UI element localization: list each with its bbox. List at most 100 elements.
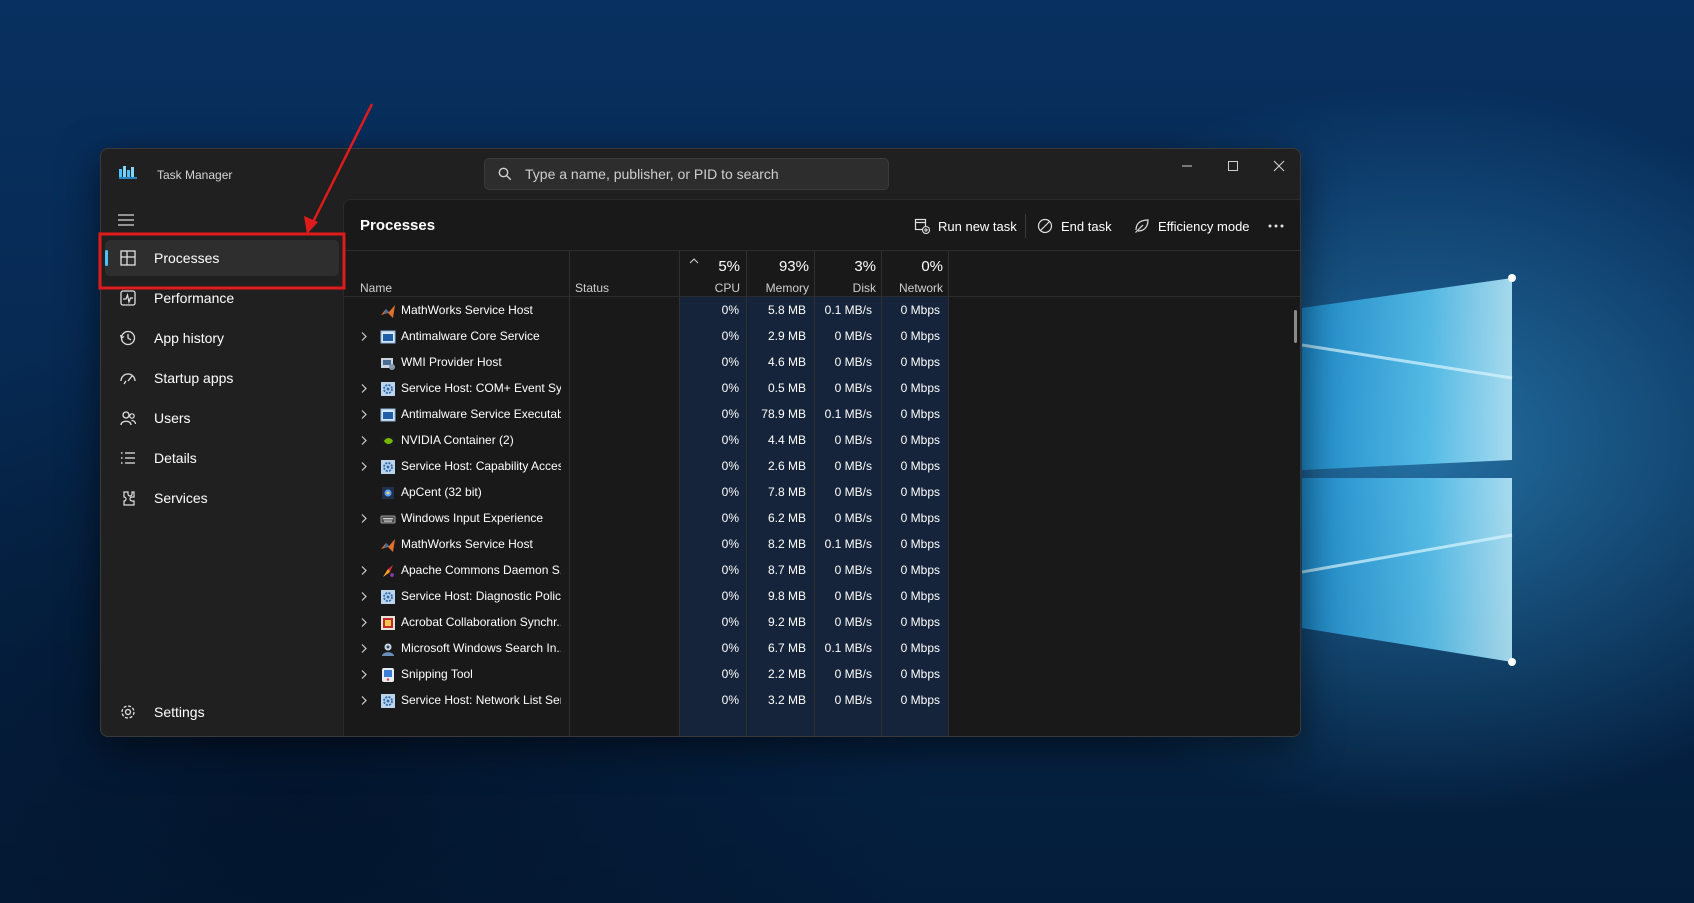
chevron-right-icon[interactable] [360, 435, 368, 446]
window-app-icon [380, 408, 396, 422]
sidebar-item-app-history[interactable]: App history [105, 320, 339, 356]
end-task-button[interactable]: End task [1037, 213, 1112, 239]
process-name: Acrobat Collaboration Synchr... [401, 615, 561, 629]
scrollbar-thumb[interactable] [1294, 310, 1297, 343]
network-value: 0 Mbps [900, 615, 940, 629]
sidebar-item-details[interactable]: Details [105, 440, 339, 476]
chevron-right-icon[interactable] [360, 565, 368, 576]
process-list: MathWorks Service Host 0% 5.8 MB 0.1 MB/s 0 … [344, 297, 1300, 736]
column-header-network[interactable]: Network [881, 281, 943, 295]
task-manager-app-icon [119, 166, 137, 179]
disk-value: 0 MB/s [834, 381, 872, 395]
table-row[interactable]: Antimalware Core Service 0% 2.9 MB 0 MB/s 0 … [344, 323, 1284, 350]
chevron-right-icon[interactable] [360, 331, 368, 342]
chevron-right-icon[interactable] [360, 669, 368, 680]
table-row[interactable]: Antimalware Service Executable 0% 78.9 MB 0… [344, 401, 1284, 428]
table-row[interactable]: Microsoft Windows Search In... 0% 6.7 MB 0.… [344, 635, 1284, 662]
sidebar-item-users[interactable]: Users [105, 400, 339, 436]
sidebar-item-label: App history [154, 330, 225, 346]
column-header-disk[interactable]: Disk [814, 281, 876, 295]
table-row[interactable]: MathWorks Service Host 0% 5.8 MB 0.1 MB/s 0 … [344, 297, 1284, 324]
network-value: 0 Mbps [900, 511, 940, 525]
performance-icon [120, 290, 136, 306]
memory-value: 3.2 MB [767, 693, 806, 707]
memory-value: 5.8 MB [767, 303, 806, 317]
search-box[interactable] [484, 158, 889, 190]
disk-value: 0 MB/s [834, 667, 872, 681]
process-name: Windows Input Experience [401, 511, 544, 525]
chevron-right-icon[interactable] [360, 591, 368, 602]
table-row[interactable]: Service Host: Capability Acces... 0% 2.6 M… [344, 453, 1284, 480]
chevron-right-icon[interactable] [360, 617, 368, 628]
sidebar-item-performance[interactable]: Performance [105, 280, 339, 316]
table-row[interactable]: NVIDIA Container (2) 0% 4.4 MB 0 MB/s 0 Mbps [344, 427, 1284, 454]
chevron-right-icon[interactable] [360, 513, 368, 524]
network-value: 0 Mbps [900, 355, 940, 369]
network-value: 0 Mbps [900, 381, 940, 395]
search-input[interactable] [525, 164, 875, 184]
disk-value: 0 MB/s [834, 511, 872, 525]
disk-value: 0 MB/s [834, 693, 872, 707]
close-button[interactable] [1259, 155, 1299, 177]
sidebar-item-label: Services [154, 490, 208, 506]
sidebar-item-label: Startup apps [154, 370, 234, 386]
process-name: Antimalware Service Executable [401, 407, 561, 421]
run-new-task-label: Run new task [938, 218, 1017, 234]
service-gear-icon [381, 382, 395, 396]
cpu-value: 0% [721, 303, 739, 317]
cpu-value: 0% [721, 511, 739, 525]
maximize-icon [1228, 161, 1238, 171]
more-options-button[interactable] [1264, 213, 1288, 239]
cpu-value: 0% [721, 563, 739, 577]
disk-value: 0.1 MB/s [824, 407, 872, 421]
column-divider [569, 251, 570, 298]
table-row[interactable]: ApCent (32 bit) 0% 7.8 MB 0 MB/s 0 Mbps [344, 479, 1284, 506]
efficiency-mode-button[interactable]: Efficiency mode [1134, 213, 1250, 239]
network-value: 0 Mbps [900, 693, 940, 707]
chevron-right-icon[interactable] [360, 695, 368, 706]
table-row[interactable]: Snipping Tool 0% 2.2 MB 0 MB/s 0 Mbps [344, 661, 1284, 688]
network-value: 0 Mbps [900, 433, 940, 447]
chevron-right-icon[interactable] [360, 409, 368, 420]
table-row[interactable]: MathWorks Service Host 0% 8.2 MB 0.1 MB/s 0 … [344, 531, 1284, 558]
column-header-status[interactable]: Status [575, 281, 609, 295]
process-name: Service Host: Diagnostic Polic... [401, 589, 561, 603]
page-title: Processes [360, 217, 436, 234]
services-icon [123, 491, 135, 506]
table-row[interactable]: Service Host: COM+ Event Sys... 0% 0.5 MB 0… [344, 375, 1284, 402]
sidebar-item-startup-apps[interactable]: Startup apps [105, 360, 339, 396]
cpu-value: 0% [721, 641, 739, 655]
cpu-value: 0% [721, 329, 739, 343]
network-value: 0 Mbps [900, 303, 940, 317]
table-row[interactable]: WMI Provider Host 0% 4.6 MB 0 MB/s 0 Mbps [344, 349, 1284, 376]
chevron-right-icon[interactable] [360, 461, 368, 472]
column-header-memory[interactable]: Memory [746, 281, 809, 295]
gear-icon [121, 705, 135, 719]
table-row[interactable]: Apache Commons Daemon S... 0% 8.7 MB 0 MB/s… [344, 557, 1284, 584]
network-value: 0 Mbps [900, 329, 940, 343]
cpu-value: 0% [721, 667, 739, 681]
column-header-name[interactable]: Name [360, 281, 392, 295]
chevron-right-icon[interactable] [360, 383, 368, 394]
table-row[interactable]: Windows Input Experience 0% 6.2 MB 0 MB/s 0 … [344, 505, 1284, 532]
table-row[interactable]: Service Host: Diagnostic Polic... 0% 9.8 M… [344, 583, 1284, 610]
table-row[interactable]: Service Host: Network List Ser... 0% 3.2 M… [344, 687, 1284, 714]
service-gear-icon [381, 694, 395, 708]
network-value: 0 Mbps [900, 589, 940, 603]
run-new-task-button[interactable]: Run new task [914, 213, 1017, 239]
table-row[interactable]: Acrobat Collaboration Synchr... 0% 9.2 MB 0… [344, 609, 1284, 636]
minimize-icon [1182, 165, 1192, 167]
matlab-icon [381, 305, 395, 318]
maximize-button[interactable] [1213, 155, 1253, 177]
chevron-right-icon[interactable] [360, 643, 368, 654]
sidebar-item-services[interactable]: Services [105, 480, 339, 516]
sidebar-item-processes[interactable]: Processes [105, 240, 339, 276]
acrobat-icon [381, 616, 395, 630]
column-header-cpu[interactable]: CPU [679, 281, 740, 295]
memory-value: 6.2 MB [767, 511, 806, 525]
minimize-button[interactable] [1167, 155, 1207, 177]
sidebar-item-settings[interactable]: Settings [105, 694, 339, 730]
hamburger-menu-icon[interactable] [117, 213, 135, 227]
leaf-icon [1135, 219, 1149, 233]
memory-value: 9.2 MB [767, 615, 806, 629]
